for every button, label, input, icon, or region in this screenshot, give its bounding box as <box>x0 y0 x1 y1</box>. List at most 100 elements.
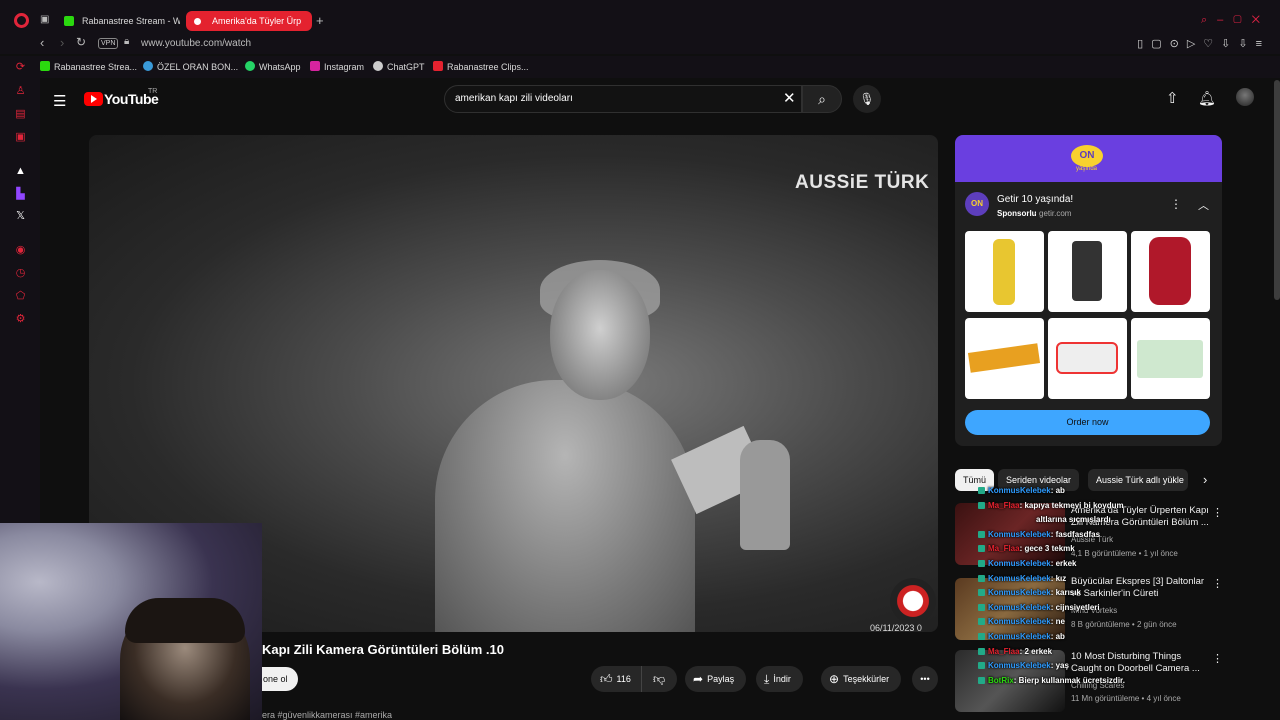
advertiser-avatar[interactable]: ON <box>965 192 989 216</box>
reload-icon[interactable]: ↻ <box>76 35 86 49</box>
ad-product-wipes[interactable] <box>1048 318 1127 399</box>
chat-message: KonmusKelebek: yaş <box>978 661 1069 670</box>
like-dislike-group: 👍︎ 116 👎︎ <box>591 666 677 692</box>
youtube-logo-icon[interactable] <box>84 92 103 106</box>
advertiser-avatar-text: ON <box>971 199 983 208</box>
chat-text: : 2 erkek <box>1019 646 1053 656</box>
opera-logo-icon[interactable] <box>14 13 29 28</box>
chat-username: Ma_Flaa <box>988 646 1020 656</box>
ad-product-oil[interactable] <box>965 231 1044 312</box>
notifications-bell-icon[interactable]: 🔔︎ <box>1198 90 1216 107</box>
video-watermark: AUSSiE TÜRK <box>795 172 930 193</box>
tab-overview-icon[interactable]: ▣ <box>40 14 49 25</box>
clear-search-icon[interactable]: ✕ <box>783 89 796 107</box>
chat-text: : ab <box>1050 486 1065 495</box>
more-actions-button[interactable]: ••• <box>912 666 938 692</box>
chat-message: KonmusKelebek: ab <box>978 486 1065 495</box>
messenger-icon[interactable]: ▤ <box>14 108 27 121</box>
ad-title[interactable]: Getir 10 yaşında! <box>997 194 1073 205</box>
history-icon[interactable]: ◷ <box>14 267 27 280</box>
tab-label: Amerika'da Tüyler Ürp <box>212 16 302 26</box>
chat-message: KonmusKelebek: erkek <box>978 559 1076 568</box>
bookmark-rabanastree-clips[interactable]: Rabanastree Clips... <box>433 61 529 72</box>
new-tab-button[interactable]: + <box>316 13 324 28</box>
subscribe-button[interactable]: one ol <box>262 667 298 691</box>
chat-badge-icon <box>978 589 985 597</box>
getir-logo: ON <box>1071 145 1103 167</box>
chevron-up-icon[interactable]: ︿ <box>1198 197 1209 213</box>
bookmark-ozel-oran[interactable]: ÖZEL ORAN BON... <box>143 61 238 72</box>
pinboard-icon[interactable]: ⬠ <box>14 290 27 303</box>
chat-username: KonmusKelebek <box>988 661 1051 671</box>
chat-username: KonmusKelebek <box>988 617 1051 627</box>
browser-toolbar-icons[interactable]: ▯▢⊙▷♡⇩⇩≡ <box>1137 37 1270 50</box>
chevron-right-icon[interactable]: › <box>1203 472 1207 487</box>
chat-username: KonmusKelebek <box>988 529 1051 539</box>
twitch-icon[interactable]: ▙ <box>14 188 27 201</box>
chat-text: : gece 3 tekmk <box>1019 544 1075 554</box>
whatsapp-icon <box>245 61 255 71</box>
bookmark-label: ChatGPT <box>387 62 425 72</box>
chat-text: : kız <box>1050 573 1067 583</box>
chat-badge-icon <box>978 633 985 640</box>
chat-text: : yaş <box>1050 661 1069 671</box>
share-button[interactable]: ➦ Paylaş <box>685 666 747 692</box>
thumbs-down-icon: 👎︎ <box>653 672 666 686</box>
chat-message: Ma_Flaa: gece 3 tekmk <box>978 544 1075 553</box>
tab-youtube-active[interactable]: Amerika'da Tüyler Ürp <box>186 11 312 31</box>
search-button[interactable]: ⌕ <box>802 85 842 113</box>
streamer-hair <box>125 598 245 643</box>
bag-icon[interactable]: ♙ <box>14 85 27 98</box>
search-query[interactable]: amerikan kapı zili videoları <box>455 93 573 104</box>
ad-product-french-press[interactable] <box>1048 231 1127 312</box>
thanks-button[interactable]: ⊕ Teşekkürler <box>821 666 902 692</box>
dislike-button[interactable]: 👎︎ <box>653 666 669 692</box>
aria-icon[interactable]: ⟳ <box>14 61 27 74</box>
chat-badge-icon <box>978 545 985 553</box>
tab-rabanastree-stream[interactable]: Rabanastree Stream - Wa <box>56 11 180 31</box>
more-vert-icon[interactable]: ⋮ <box>1170 197 1182 211</box>
vpn-badge[interactable]: VPN <box>98 38 119 49</box>
mail-icon[interactable]: ▣ <box>14 131 27 144</box>
lock-icon[interactable]: 🔒︎ <box>124 36 129 47</box>
like-button[interactable]: 👍︎ 116 <box>600 666 631 692</box>
chat-text: : ab <box>1050 632 1065 641</box>
chat-message: Ma_Flaa: 2 erkek <box>978 647 1052 656</box>
bookmark-chatgpt[interactable]: ChatGPT <box>373 61 425 72</box>
player-icon[interactable]: ◉ <box>14 244 27 257</box>
hamburger-menu-icon[interactable]: ☰ <box>53 92 66 110</box>
chat-badge-icon <box>978 487 985 494</box>
video-title: Kapı Zili Kamera Görüntüleri Bölüm .10 <box>262 642 504 657</box>
bookmark-instagram[interactable]: Instagram <box>310 61 364 72</box>
video-description[interactable]: era #güvenlikkamerası #amerika <box>262 710 392 720</box>
page-scrollbar[interactable] <box>1274 80 1280 300</box>
microphone-icon[interactable]: 🎙︎ <box>853 85 881 113</box>
bookmark-label: ÖZEL ORAN BON... <box>157 62 239 72</box>
forward-icon[interactable]: › <box>60 35 64 50</box>
more-horizontal-icon: ••• <box>920 674 930 684</box>
account-avatar[interactable] <box>1236 88 1254 106</box>
banner-sub-text: yaşında <box>1076 166 1098 172</box>
bookmark-rabanastree-stream[interactable]: Rabanastree Strea... <box>40 61 137 72</box>
chat-message: KonmusKelebek: ab <box>978 632 1065 641</box>
bookmark-whatsapp[interactable]: WhatsApp <box>245 61 301 72</box>
back-icon[interactable]: ‹ <box>40 35 44 50</box>
url-field[interactable]: www.youtube.com/watch <box>141 38 251 49</box>
download-button[interactable]: ⤓ İndir <box>756 666 803 692</box>
like-count: 116 <box>616 674 631 684</box>
window-controls[interactable]: ⌕–▢✕ <box>1201 14 1270 27</box>
ad-product-jam[interactable] <box>1131 231 1210 312</box>
upload-icon[interactable]: ⇧ <box>1166 89 1179 107</box>
ad-card <box>955 182 1222 446</box>
settings-gear-icon[interactable]: ⚙ <box>14 313 27 326</box>
chat-text: : ne <box>1050 617 1065 627</box>
doorbell-timestamp: 06/11/2023 0 <box>870 623 922 633</box>
chat-badge-icon <box>978 662 985 670</box>
chat-message: altlarına sıçmışlardı <box>978 515 1111 524</box>
app-icon[interactable]: ▲ <box>14 165 27 178</box>
chat-username: KonmusKelebek <box>988 588 1051 598</box>
ad-product-foil[interactable] <box>965 318 1044 399</box>
ad-product-pack[interactable] <box>1131 318 1210 399</box>
x-icon[interactable]: 𝕏 <box>14 210 27 223</box>
order-now-button[interactable]: Order now <box>965 410 1210 435</box>
